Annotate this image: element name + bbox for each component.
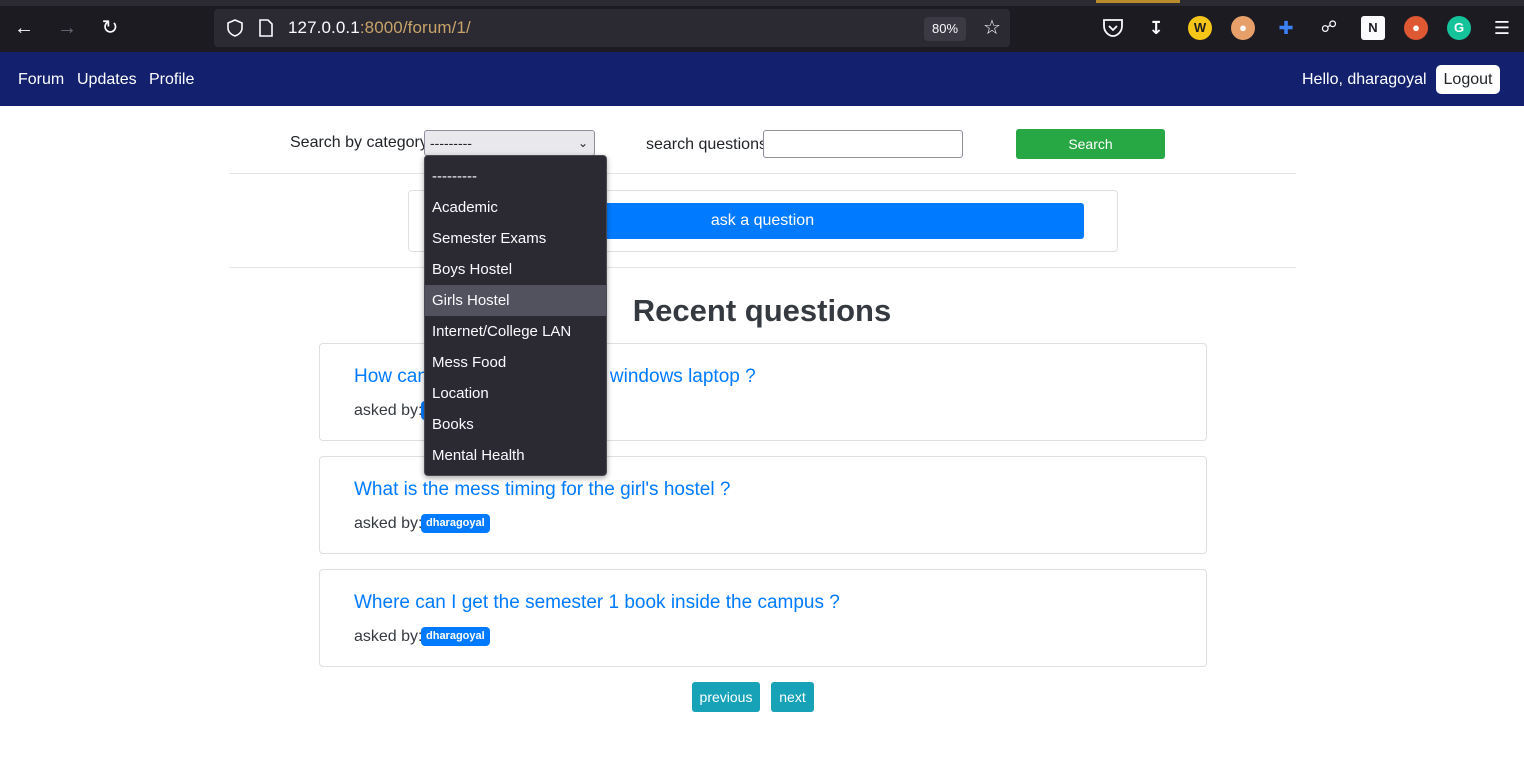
recent-questions-heading: Recent questions bbox=[632, 293, 892, 328]
reload-icon[interactable]: ↻ bbox=[96, 14, 124, 42]
category-selected-value: --------- bbox=[430, 135, 472, 151]
tab-strip-edge bbox=[0, 0, 1524, 6]
logout-button[interactable]: Logout bbox=[1436, 65, 1500, 94]
zoom-level[interactable]: 80% bbox=[924, 17, 966, 41]
page-icon[interactable] bbox=[258, 19, 274, 37]
url-text[interactable]: 127.0.0.1:8000/forum/1/ bbox=[288, 18, 471, 38]
shield-icon[interactable] bbox=[226, 19, 244, 37]
question-title-link[interactable]: What is the mess timing for the girl's h… bbox=[354, 479, 730, 501]
browser-toolbar: ← → ↻ 127.0.0.1:8000/forum/1/ 80% ☆ ↧ W … bbox=[0, 0, 1524, 52]
next-page-button[interactable]: next bbox=[771, 682, 814, 712]
notion-icon[interactable]: N bbox=[1361, 16, 1385, 40]
author-badge[interactable]: dharagoyal bbox=[421, 627, 490, 646]
search-questions-label: search questions bbox=[646, 136, 767, 153]
previous-page-button[interactable]: previous bbox=[692, 682, 760, 712]
author-badge[interactable]: dharagoyal bbox=[421, 514, 490, 533]
grammarly-icon[interactable]: G bbox=[1447, 16, 1471, 40]
site-navbar: Forum Updates Profile Hello, dharagoyal … bbox=[0, 52, 1524, 106]
pocket-icon[interactable] bbox=[1102, 18, 1124, 38]
url-path: /forum/1/ bbox=[402, 18, 471, 37]
nav-updates-link[interactable]: Updates bbox=[77, 71, 137, 89]
category-dropdown-list: --------- Academic Semester Exams Boys H… bbox=[424, 155, 607, 476]
category-option[interactable]: Semester Exams bbox=[425, 223, 606, 254]
question-title-link[interactable]: Where can I get the semester 1 book insi… bbox=[354, 592, 840, 614]
nav-profile-link[interactable]: Profile bbox=[149, 71, 194, 89]
category-option[interactable]: Location bbox=[425, 378, 606, 409]
category-select[interactable]: --------- ⌄ bbox=[424, 130, 595, 156]
url-port: :8000 bbox=[359, 18, 403, 37]
category-option-highlighted[interactable]: Girls Hostel bbox=[425, 285, 606, 316]
category-option[interactable]: Mental Health bbox=[425, 440, 606, 471]
active-tab-indicator bbox=[1096, 0, 1180, 3]
asked-by-label: asked by: bbox=[354, 515, 423, 532]
bookmark-star-icon[interactable]: ☆ bbox=[980, 16, 1004, 40]
category-option[interactable]: Academic bbox=[425, 192, 606, 223]
user-greeting: Hello, dharagoyal bbox=[1302, 71, 1427, 88]
divider bbox=[229, 267, 1296, 268]
category-option[interactable]: Internet/College LAN bbox=[425, 316, 606, 347]
url-host: 127.0.0.1 bbox=[288, 18, 360, 37]
menu-icon[interactable]: ☰ bbox=[1490, 16, 1514, 40]
question-title-start: How can bbox=[354, 366, 428, 387]
category-option[interactable]: --------- bbox=[425, 161, 606, 192]
category-label: Search by category bbox=[290, 134, 428, 151]
download-icon[interactable]: ↧ bbox=[1144, 16, 1168, 40]
divider bbox=[229, 173, 1296, 174]
back-arrow-icon[interactable]: ← bbox=[10, 14, 38, 42]
nav-forum-link[interactable]: Forum bbox=[18, 71, 64, 89]
category-option[interactable]: Books bbox=[425, 409, 606, 440]
category-option[interactable]: Mess Food bbox=[425, 347, 606, 378]
forward-arrow-icon[interactable]: → bbox=[53, 14, 81, 42]
category-option[interactable]: Boys Hostel bbox=[425, 254, 606, 285]
search-questions-input[interactable] bbox=[763, 130, 963, 158]
search-button[interactable]: Search bbox=[1016, 129, 1165, 159]
question-title-end: windows laptop ? bbox=[609, 366, 756, 387]
asked-by-label: asked by: bbox=[354, 402, 423, 419]
asked-by-label: asked by: bbox=[354, 628, 423, 645]
extension-owl-icon[interactable]: ● bbox=[1231, 16, 1255, 40]
duckduckgo-icon[interactable]: ● bbox=[1404, 16, 1428, 40]
extension-puzzle-icon[interactable]: ✚ bbox=[1274, 16, 1298, 40]
address-bar[interactable]: 127.0.0.1:8000/forum/1/ 80% ☆ bbox=[214, 9, 1010, 47]
question-card: Where can I get the semester 1 book insi… bbox=[319, 569, 1207, 667]
extension-w-icon[interactable]: W bbox=[1188, 16, 1212, 40]
extension-link-icon[interactable]: ☍ bbox=[1317, 16, 1341, 40]
chevron-down-icon: ⌄ bbox=[577, 136, 588, 150]
